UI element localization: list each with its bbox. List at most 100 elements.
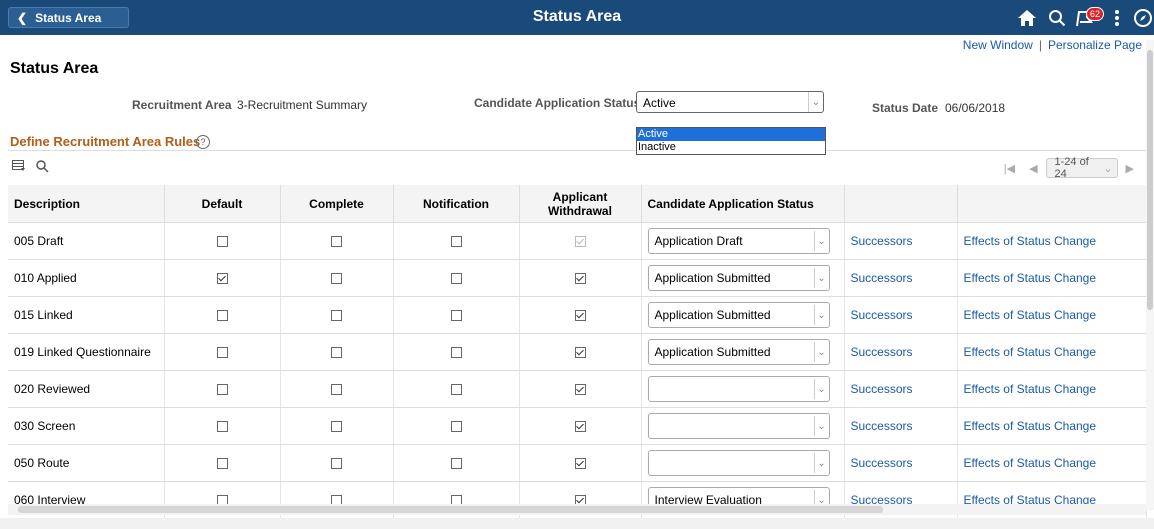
successors-link[interactable]: Successors [851, 382, 913, 396]
col-default[interactable]: Default [164, 185, 281, 223]
notification-checkbox[interactable] [450, 458, 462, 470]
row-status-select[interactable]: ⌄ [647, 413, 830, 439]
withdrawal-checkbox[interactable] [574, 421, 586, 433]
page-title: Status Area [10, 60, 99, 77]
complete-checkbox[interactable] [331, 384, 342, 396]
row-description: 005 Draft [8, 222, 165, 260]
notification-checkbox[interactable] [450, 421, 462, 433]
withdrawal-checkbox[interactable] [574, 384, 586, 396]
search-icon[interactable] [1044, 5, 1070, 31]
default-checkbox[interactable] [216, 458, 228, 470]
effects-link[interactable]: Effects of Status Change [964, 419, 1097, 433]
vertical-scroll-thumb[interactable] [1147, 50, 1153, 310]
complete-checkbox[interactable] [331, 273, 342, 285]
personalize-grid-icon[interactable] [12, 160, 26, 175]
default-checkbox[interactable] [216, 384, 228, 396]
first-page-icon[interactable]: |◀ [1004, 162, 1015, 175]
help-icon[interactable]: ? [196, 135, 210, 149]
recruitment-area-value: 3-Recruitment Summary [237, 98, 368, 112]
back-button[interactable]: ❮ Status Area [8, 7, 129, 28]
cand-status-select[interactable]: Active ⌄ [636, 91, 824, 113]
chevron-down-icon: ⌄ [813, 453, 829, 473]
notification-checkbox[interactable] [450, 273, 462, 285]
notification-cell [393, 222, 520, 260]
withdrawal-cell [519, 370, 642, 408]
vertical-scrollbar[interactable] [1146, 40, 1154, 510]
complete-cell [280, 444, 394, 482]
flag-icon[interactable]: 62 [1072, 5, 1105, 31]
table-row: 030 Screen ⌄ Successors Effects of Status C… [8, 407, 1147, 445]
row-status-select[interactable]: Application Draft ⌄ [647, 228, 830, 254]
home-icon[interactable] [1014, 5, 1040, 31]
complete-checkbox[interactable] [331, 236, 342, 248]
effects-link[interactable]: Effects of Status Change [964, 382, 1097, 396]
row-count-select[interactable]: 1-24 of 24 ⌄ [1045, 156, 1118, 180]
row-description: 019 Linked Questionnaire [8, 333, 165, 371]
row-status-select[interactable]: ⌄ [647, 376, 830, 402]
complete-checkbox[interactable] [331, 421, 342, 433]
row-status-select[interactable]: Application Submitted ⌄ [647, 265, 830, 291]
new-window-link[interactable]: New Window [963, 38, 1033, 52]
withdrawal-checkbox[interactable] [574, 347, 586, 359]
default-checkbox[interactable] [216, 273, 228, 285]
complete-checkbox[interactable] [331, 458, 342, 470]
successors-cell: Successors [844, 222, 958, 260]
successors-link[interactable]: Successors [851, 308, 913, 322]
successors-cell: Successors [844, 370, 958, 408]
withdrawal-checkbox[interactable] [574, 273, 586, 285]
complete-checkbox[interactable] [331, 310, 342, 322]
effects-link[interactable]: Effects of Status Change [964, 234, 1097, 248]
status-cell: ⌄ [641, 370, 845, 408]
default-checkbox[interactable] [216, 310, 228, 322]
successors-link[interactable]: Successors [851, 419, 913, 433]
notification-checkbox[interactable] [450, 384, 462, 396]
complete-checkbox[interactable] [331, 347, 342, 359]
successors-link[interactable]: Successors [851, 345, 913, 359]
successors-link[interactable]: Successors [851, 271, 913, 285]
effects-link[interactable]: Effects of Status Change [964, 345, 1097, 359]
withdrawal-checkbox [574, 236, 586, 248]
col-candidate-status[interactable]: Candidate Application Status [641, 185, 845, 223]
col-applicant-withdrawal[interactable]: Applicant Withdrawal [519, 185, 642, 223]
row-status-select[interactable]: Application Submitted ⌄ [647, 339, 830, 365]
successors-cell: Successors [844, 296, 958, 334]
navbar-icon[interactable] [1130, 5, 1154, 31]
more-icon[interactable] [1104, 5, 1130, 31]
row-status-select[interactable]: ⌄ [647, 450, 830, 476]
default-cell [164, 407, 281, 445]
notification-badge: 62 [1086, 7, 1105, 21]
col-notification[interactable]: Notification [393, 185, 520, 223]
default-checkbox[interactable] [216, 347, 228, 359]
notification-checkbox[interactable] [450, 310, 462, 322]
horizontal-scroll-thumb[interactable] [18, 506, 883, 513]
default-cell [164, 296, 281, 334]
successors-link[interactable]: Successors [851, 456, 913, 470]
horizontal-scrollbar[interactable] [8, 504, 1146, 515]
effects-link[interactable]: Effects of Status Change [964, 308, 1097, 322]
row-status-select[interactable]: Application Submitted ⌄ [647, 302, 830, 328]
withdrawal-checkbox[interactable] [574, 458, 586, 470]
effects-cell: Effects of Status Change [957, 444, 1147, 482]
col-description[interactable]: Description [8, 185, 165, 223]
dropdown-option-inactive[interactable]: Inactive [637, 141, 825, 154]
effects-link[interactable]: Effects of Status Change [964, 271, 1097, 285]
default-checkbox[interactable] [216, 236, 228, 248]
personalize-page-link[interactable]: Personalize Page [1048, 38, 1142, 52]
notification-checkbox[interactable] [450, 347, 462, 359]
col-complete[interactable]: Complete [280, 185, 394, 223]
effects-link[interactable]: Effects of Status Change [964, 456, 1097, 470]
dropdown-option-active[interactable]: Active [637, 128, 825, 141]
default-cell [164, 444, 281, 482]
find-icon[interactable] [36, 160, 49, 176]
notification-checkbox[interactable] [450, 236, 462, 248]
successors-link[interactable]: Successors [851, 234, 913, 248]
complete-cell [280, 370, 394, 408]
default-checkbox[interactable] [216, 421, 228, 433]
status-date-label: Status Date [872, 101, 939, 115]
grid-toolbar: |◀ ◀ 1-24 of 24 ⌄ ▶ [8, 150, 1146, 185]
page-links: New Window | Personalize Page [962, 38, 1142, 52]
next-page-icon[interactable]: ▶ [1126, 162, 1134, 175]
withdrawal-checkbox[interactable] [574, 310, 586, 322]
prev-page-icon[interactable]: ◀ [1029, 162, 1037, 175]
successors-cell: Successors [844, 333, 958, 371]
